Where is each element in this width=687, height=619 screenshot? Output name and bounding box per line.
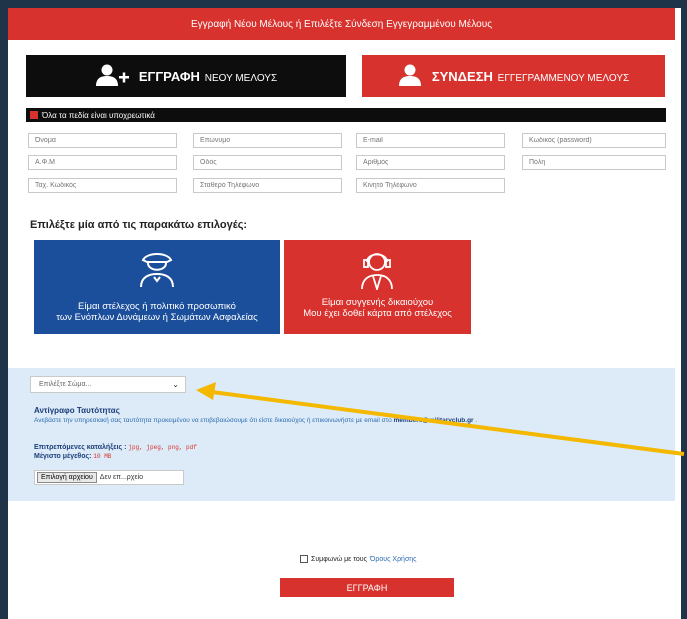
city-input[interactable] xyxy=(522,155,666,170)
required-note-bar: Όλα τα πεδία είναι υποχρεωτικά xyxy=(26,108,666,122)
add-user-icon xyxy=(95,64,129,89)
terms-link[interactable]: Όρους Χρήσης xyxy=(370,556,417,563)
required-marker-icon xyxy=(30,111,38,119)
file-status: Δεν επ...ρχείο xyxy=(99,474,144,481)
first-name-input[interactable] xyxy=(28,133,177,148)
allowed-extensions-label: Επιτρεπόμενες καταλήξεις : xyxy=(34,444,127,451)
terms-agreement: Συμφωνώ με τους Όρους Χρήσης xyxy=(300,555,417,563)
register-tab-bold: ΕΓΓΡΑΦΗ xyxy=(138,68,200,84)
register-tab-button[interactable]: ΕΓΓΡΑΦΗ ΝΕΟΥ ΜΕΛΟΥΣ xyxy=(26,55,346,97)
postal-code-input[interactable] xyxy=(28,178,177,193)
file-input[interactable]: Επιλογή αρχείου Δεν επ...ρχείο xyxy=(34,470,184,485)
page-header-title: Εγγραφή Νέου Μέλους ή Επιλέξτε Σύνδεση Ε… xyxy=(190,18,493,30)
id-copy-desc-text: Ανεβάστε την υπηρεσιακή σας ταυτότητα πρ… xyxy=(34,417,392,424)
max-size-label: Μέγιστο μέγεθος: xyxy=(34,453,92,460)
relative-line-2: Μου έχει δοθεί κάρτα από στέλεχος xyxy=(303,308,452,319)
personnel-line-1: Είμαι στέλεχος ή πολιτικό προσωπικό xyxy=(78,301,236,312)
required-note: Όλα τα πεδία είναι υποχρεωτικά xyxy=(42,110,155,120)
max-size: Μέγιστο μέγεθος: 10 MB xyxy=(34,453,111,460)
number-input[interactable] xyxy=(356,155,505,170)
agree-text: Συμφωνώ με τους xyxy=(311,555,367,563)
chevron-down-icon: ⌄ xyxy=(172,380,179,389)
id-copy-title: Αντίγραφο Ταυτότητας xyxy=(34,406,120,415)
landline-phone-input[interactable] xyxy=(193,178,342,193)
password-input[interactable] xyxy=(522,133,666,148)
option-personnel-card[interactable]: Είμαι στέλεχος ή πολιτικό προσωπικό των … xyxy=(34,240,280,334)
choose-file-button[interactable]: Επιλογή αρχείου xyxy=(37,472,97,483)
corps-select-value: Επιλέξτε Σώμα... xyxy=(39,381,92,388)
page-header: Εγγραφή Νέου Μέλους ή Επιλέξτε Σύνδεση Ε… xyxy=(8,8,675,40)
options-title: Επιλέξτε μία από τις παρακάτω επιλογές: xyxy=(30,219,248,231)
allowed-extensions: Επιτρεπόμενες καταλήξεις : jpg, jpeg, pn… xyxy=(34,444,197,451)
max-size-value: 10 MB xyxy=(93,453,112,460)
afm-input[interactable] xyxy=(28,155,177,170)
register-submit-button[interactable]: ΕΓΓΡΑΦΗ xyxy=(280,578,454,597)
id-copy-description: Ανεβάστε την υπηρεσιακή σας ταυτότητα πρ… xyxy=(34,417,478,424)
option-relative-card[interactable]: Είμαι συγγενής δικαιούχου Μου έχει δοθεί… xyxy=(284,240,471,334)
relative-line-1: Είμαι συγγενής δικαιούχου xyxy=(321,297,434,308)
mobile-phone-input[interactable] xyxy=(356,178,505,193)
personnel-line-2: των Ενόπλων Δυνάμεων ή Σωμάτων Ασφαλείας xyxy=(56,312,258,323)
officer-icon xyxy=(137,248,177,291)
user-icon xyxy=(398,64,422,89)
login-tab-button[interactable]: ΣΥΝΔΕΣΗ ΕΓΓΕΓΡΑΜΜΕΝΟΥ ΜΕΛΟΥΣ xyxy=(362,55,665,97)
contact-email-link[interactable]: members@militaryclub.gr xyxy=(394,417,474,424)
last-name-input[interactable] xyxy=(193,133,342,148)
register-tab-rest: ΝΕΟΥ ΜΕΛΟΥΣ xyxy=(204,72,278,84)
terms-checkbox[interactable] xyxy=(300,555,308,563)
support-agent-icon xyxy=(356,248,398,293)
street-input[interactable] xyxy=(193,155,342,170)
allowed-extensions-values: jpg, jpeg, png, pdf xyxy=(128,444,197,451)
login-tab-rest: ΕΓΓΕΓΡΑΜΜΕΝΟΥ ΜΕΛΟΥΣ xyxy=(497,72,630,84)
login-tab-bold: ΣΥΝΔΕΣΗ xyxy=(431,68,493,84)
corps-select[interactable]: Επιλέξτε Σώμα... ⌄ xyxy=(30,376,186,393)
email-input[interactable] xyxy=(356,133,505,148)
